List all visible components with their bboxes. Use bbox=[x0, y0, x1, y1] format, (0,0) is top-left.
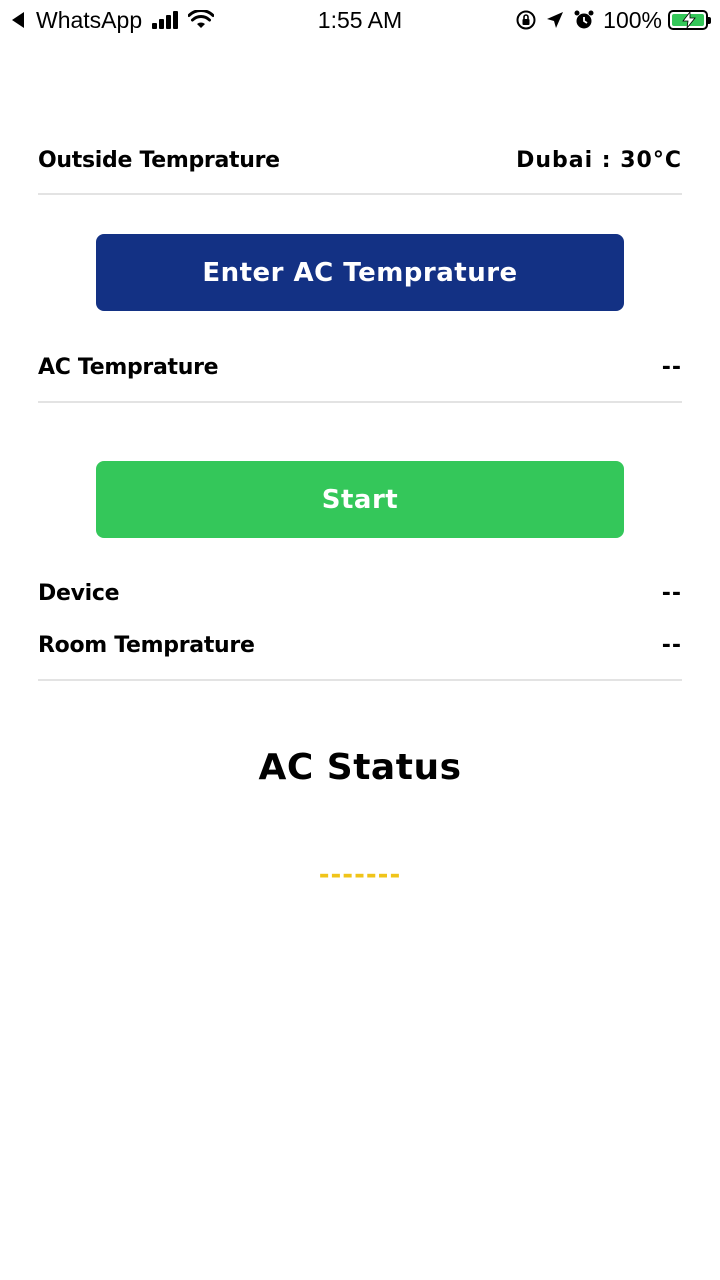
outside-temperature-label: Outside Temprature bbox=[38, 147, 280, 173]
divider bbox=[38, 679, 682, 681]
device-value: -- bbox=[661, 580, 682, 606]
divider bbox=[38, 401, 682, 403]
location-arrow-icon bbox=[547, 12, 564, 28]
alarm-icon bbox=[574, 10, 594, 29]
device-row: Device -- bbox=[38, 573, 682, 613]
room-temperature-value: -- bbox=[661, 632, 682, 658]
ac-temperature-row: AC Temprature -- bbox=[38, 347, 682, 387]
battery-percent: 100% bbox=[603, 6, 662, 33]
room-temperature-label: Room Temprature bbox=[38, 632, 255, 658]
status-right-group: 100% bbox=[507, 6, 711, 34]
battery-charging-icon bbox=[668, 10, 711, 30]
ac-status-value: ------- bbox=[318, 860, 402, 890]
ac-temperature-label: AC Temprature bbox=[38, 354, 219, 380]
ac-temperature-value: -- bbox=[661, 354, 682, 380]
outside-temperature-row: Outside Temprature Dubai : 30°C bbox=[38, 140, 682, 180]
status-bar: WhatsApp 1:55 AM 100% bbox=[0, 0, 720, 40]
start-button[interactable]: Start bbox=[96, 461, 624, 538]
device-label: Device bbox=[38, 580, 120, 606]
ac-status-title: AC Status bbox=[258, 747, 462, 788]
divider bbox=[38, 193, 682, 195]
outside-temperature-value: Dubai : 30°C bbox=[516, 147, 682, 173]
room-temperature-row: Room Temprature -- bbox=[38, 625, 682, 665]
screen: WhatsApp 1:55 AM 100% Outside Temprature… bbox=[0, 0, 720, 1280]
orientation-lock-icon bbox=[516, 10, 536, 30]
enter-ac-temperature-button[interactable]: Enter AC Temprature bbox=[96, 234, 624, 311]
